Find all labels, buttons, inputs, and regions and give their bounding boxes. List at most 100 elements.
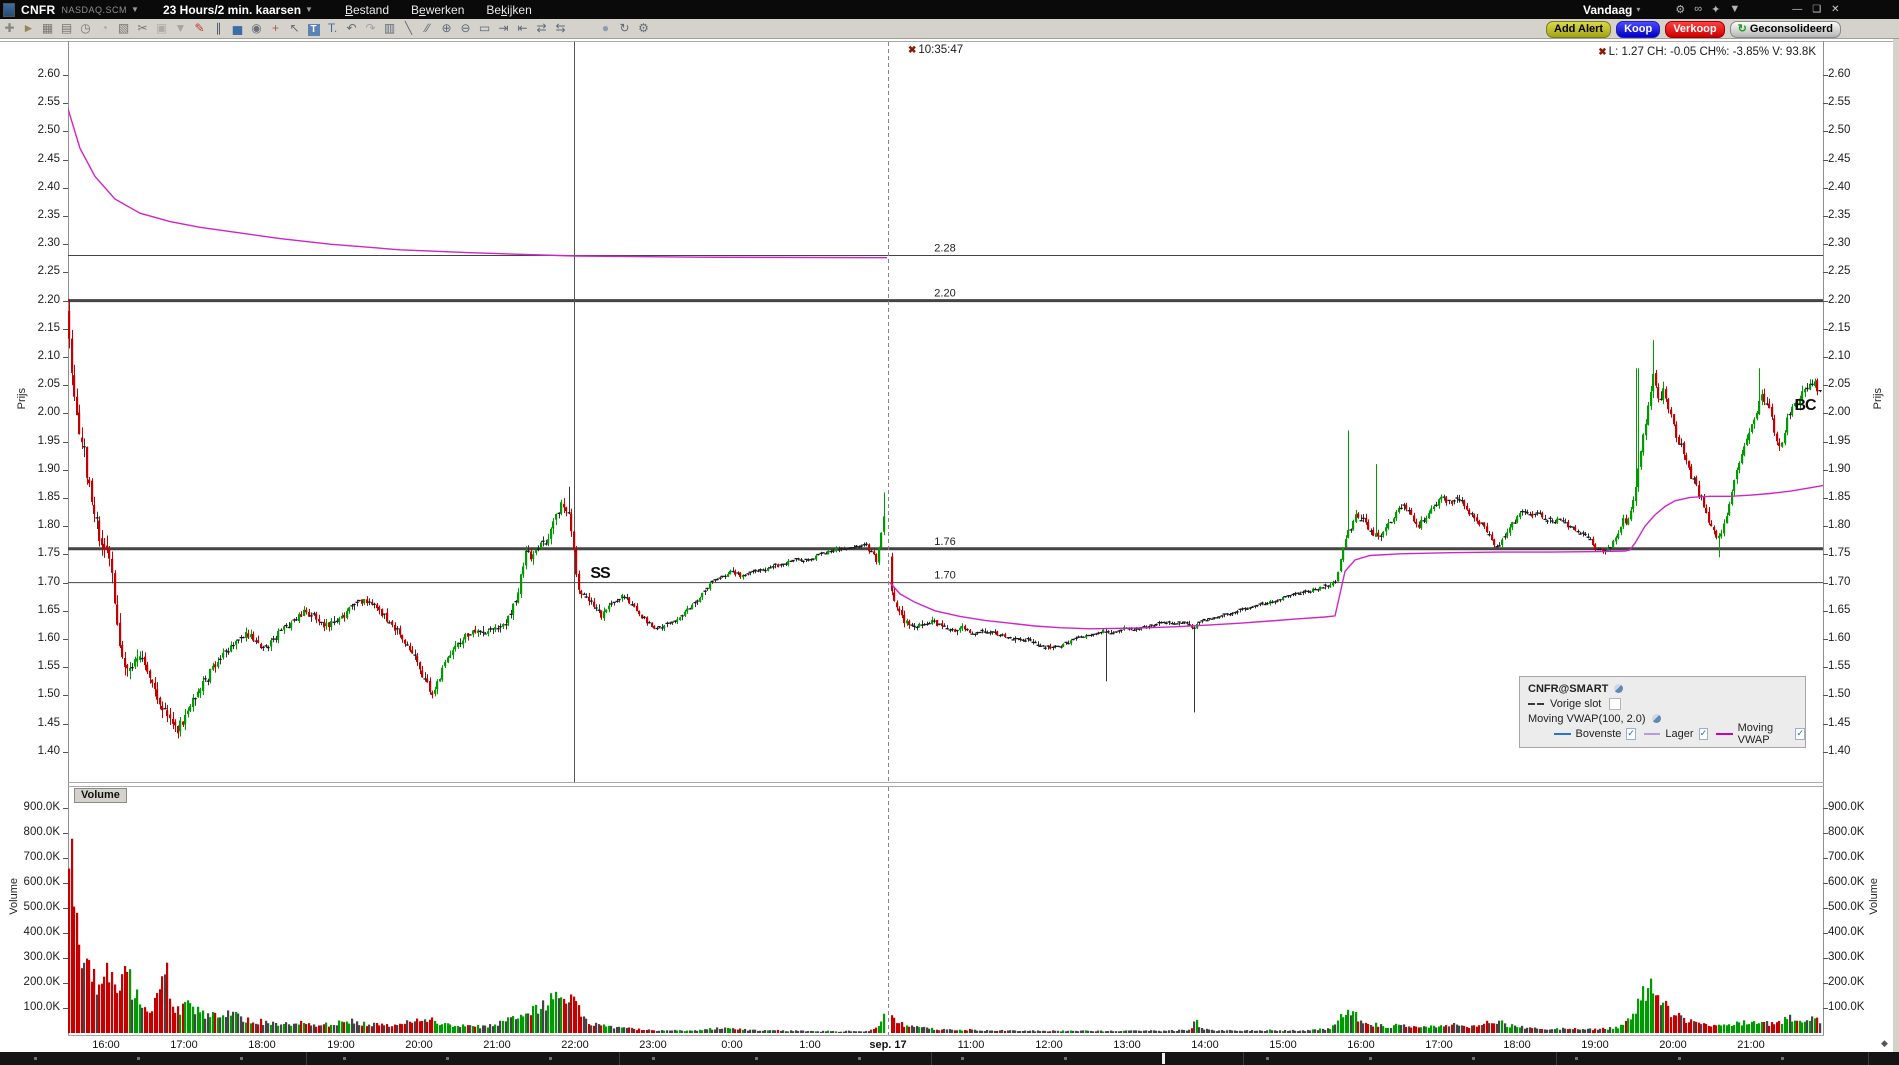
volume-tick-left: 200.0K <box>23 976 60 988</box>
trendline-icon[interactable]: ╲ <box>399 20 418 37</box>
session-selector[interactable]: Vandaag <box>1583 3 1632 17</box>
price-tick-right: 1.90 <box>1828 462 1851 475</box>
pin-icon[interactable]: ✦ <box>1711 3 1720 16</box>
volume-tick-right: 800.0K <box>1828 826 1865 838</box>
draw-pencil-icon[interactable]: ✎ <box>190 20 209 37</box>
vwap-checkbox[interactable]: ✓ <box>1795 727 1806 740</box>
axis-end-diamond-icon[interactable]: ◆ <box>1881 1038 1888 1049</box>
crosshair-icon[interactable]: + <box>266 20 285 37</box>
study-label: Moving VWAP(100, 2.0) <box>1528 712 1646 725</box>
print-icon[interactable]: ▤ <box>57 20 76 37</box>
time-tick-label: 0:00 <box>721 1039 743 1051</box>
chart-settings-icon[interactable]: ▧ <box>114 20 133 37</box>
pan-tool-icon[interactable]: ✚ <box>0 20 19 37</box>
buy-button[interactable]: Koop <box>1616 21 1661 38</box>
app-icon <box>3 2 15 17</box>
volume-study-icon[interactable]: ▅ <box>228 20 247 37</box>
consolidated-label: Geconsolideerd <box>1749 23 1833 35</box>
candle-style-icon[interactable]: ∥ <box>209 20 228 37</box>
gear-icon[interactable]: ⚙ <box>1675 3 1685 16</box>
price-tick-left: 2.10 <box>37 350 60 362</box>
expand-bars-icon[interactable]: ⇄ <box>532 20 551 37</box>
chart-legend[interactable]: CNFR@SMART Vorige slot Moving VWAP(100, … <box>1519 676 1806 748</box>
volume-tick-right: 200.0K <box>1828 976 1865 988</box>
trade-marker-ss[interactable]: SS <box>590 565 610 583</box>
dollar-scale-icon[interactable]: ◉ <box>247 20 266 37</box>
compress-bars-icon[interactable]: ⇆ <box>551 20 570 37</box>
upper-band-checkbox[interactable]: ✓ <box>1626 727 1636 740</box>
prev-close-checkbox[interactable] <box>1609 697 1622 710</box>
time-tick-label: 18:00 <box>248 1039 276 1051</box>
price-tick-right: 2.50 <box>1828 124 1851 137</box>
price-tick-right: 2.05 <box>1828 378 1851 391</box>
dropdown-icon[interactable]: ▼ <box>1729 3 1740 16</box>
symbol-caret-icon[interactable]: ▼ <box>131 5 139 14</box>
volume-tick-left: 900.0K <box>23 801 60 813</box>
scissors-icon[interactable]: ✂ <box>133 20 152 37</box>
volume-panel-tag[interactable]: Volume <box>74 788 127 803</box>
zoom-out-icon[interactable]: ⊖ <box>456 20 475 37</box>
minimize-icon[interactable]: — <box>1792 4 1802 15</box>
chart-scrollbar[interactable] <box>0 1052 1899 1065</box>
redo-icon[interactable]: ↷ <box>361 20 380 37</box>
globe-icon[interactable] <box>1614 684 1624 693</box>
price-tick-left: 2.15 <box>37 321 60 334</box>
session-caret-icon[interactable]: ▾ <box>1636 5 1640 14</box>
globe-icon[interactable] <box>1651 714 1661 723</box>
timeframe-selector[interactable]: 23 Hours/2 min. kaarsen <box>163 3 301 17</box>
menu-bewerken[interactable]: Bewerken <box>411 3 464 17</box>
right-axis-line <box>1823 41 1824 1035</box>
svg-text:2.20: 2.20 <box>934 288 955 300</box>
clock-icon[interactable]: ◷ <box>76 20 95 37</box>
lower-band-checkbox[interactable]: ✓ <box>1698 727 1709 740</box>
fib-tool-icon[interactable]: ∕∕ <box>418 20 437 37</box>
price-chart-svg[interactable]: 2.28 2.20 1.76 1.70 <box>68 42 1823 782</box>
price-tick-left: 2.55 <box>37 96 60 109</box>
snapshot-icon[interactable]: ◔ <box>95 20 114 37</box>
shift-right-icon[interactable]: ⇥ <box>494 20 513 37</box>
time-tick-label: 17:00 <box>1425 1039 1453 1051</box>
grid-icon[interactable]: ▦ <box>38 20 57 37</box>
refresh-icon[interactable]: ↻ <box>615 20 634 37</box>
price-tick-left: 2.05 <box>37 378 60 391</box>
maximize-icon[interactable]: ❑ <box>1812 4 1821 15</box>
symbol-label[interactable]: CNFR <box>21 3 56 17</box>
text-abc-icon[interactable]: T. <box>323 20 342 37</box>
volume-tick-left: 800.0K <box>23 826 60 838</box>
undo-icon[interactable]: ↶ <box>342 20 361 37</box>
price-tick-left: 1.55 <box>37 660 60 673</box>
price-tick-right: 2.10 <box>1828 350 1851 362</box>
scrollbar-divider[interactable] <box>1162 1053 1165 1064</box>
price-tick-left: 1.90 <box>37 462 60 475</box>
menu-bestand[interactable]: Bestand <box>345 3 389 17</box>
shift-left-icon[interactable]: ⇤ <box>513 20 532 37</box>
lower-band-label: Lager <box>1665 727 1694 740</box>
time-tick-label: 17:00 <box>170 1039 198 1051</box>
arrow-tool-icon[interactable]: ↖ <box>285 20 304 37</box>
time-tick-label: 20:00 <box>1659 1039 1687 1051</box>
pointer-tool-icon[interactable]: ► <box>19 20 38 37</box>
dropdown-caret-icon[interactable]: ▼ <box>171 20 190 37</box>
volume-tick-left: 600.0K <box>23 876 60 888</box>
blank-square-icon[interactable]: ▣ <box>152 20 171 37</box>
consolidated-button[interactable]: ↻ Geconsolideerd <box>1729 21 1841 38</box>
link-icon[interactable]: ∞ <box>1694 3 1702 16</box>
zoom-window-icon[interactable]: ▭ <box>475 20 494 37</box>
zoom-in-icon[interactable]: ⊕ <box>437 20 456 37</box>
time-tick-label: 16:00 <box>1347 1039 1375 1051</box>
text-tool-icon[interactable]: T <box>304 20 323 37</box>
price-tick-left: 2.25 <box>37 265 60 278</box>
price-tick-right: 2.15 <box>1828 321 1851 334</box>
globe-data-icon[interactable]: ● <box>596 20 615 37</box>
exchange-label: NASDAQ.SCM <box>61 4 128 15</box>
volume-chart-svg[interactable] <box>68 787 1823 1035</box>
menu-bekijken[interactable]: Bekijken <box>486 3 531 17</box>
trade-marker-bc[interactable]: BC <box>1794 397 1816 415</box>
add-alert-button[interactable]: Add Alert <box>1546 21 1612 38</box>
sell-button[interactable]: Verkoop <box>1665 21 1725 38</box>
timeframe-caret-icon[interactable]: ▼ <box>305 5 313 14</box>
wrench-icon[interactable]: ⚙ <box>634 20 653 37</box>
overlay-icon[interactable]: ▥ <box>380 20 399 37</box>
dash-sample-icon <box>1528 702 1535 705</box>
close-icon[interactable]: ✕ <box>1831 4 1839 15</box>
